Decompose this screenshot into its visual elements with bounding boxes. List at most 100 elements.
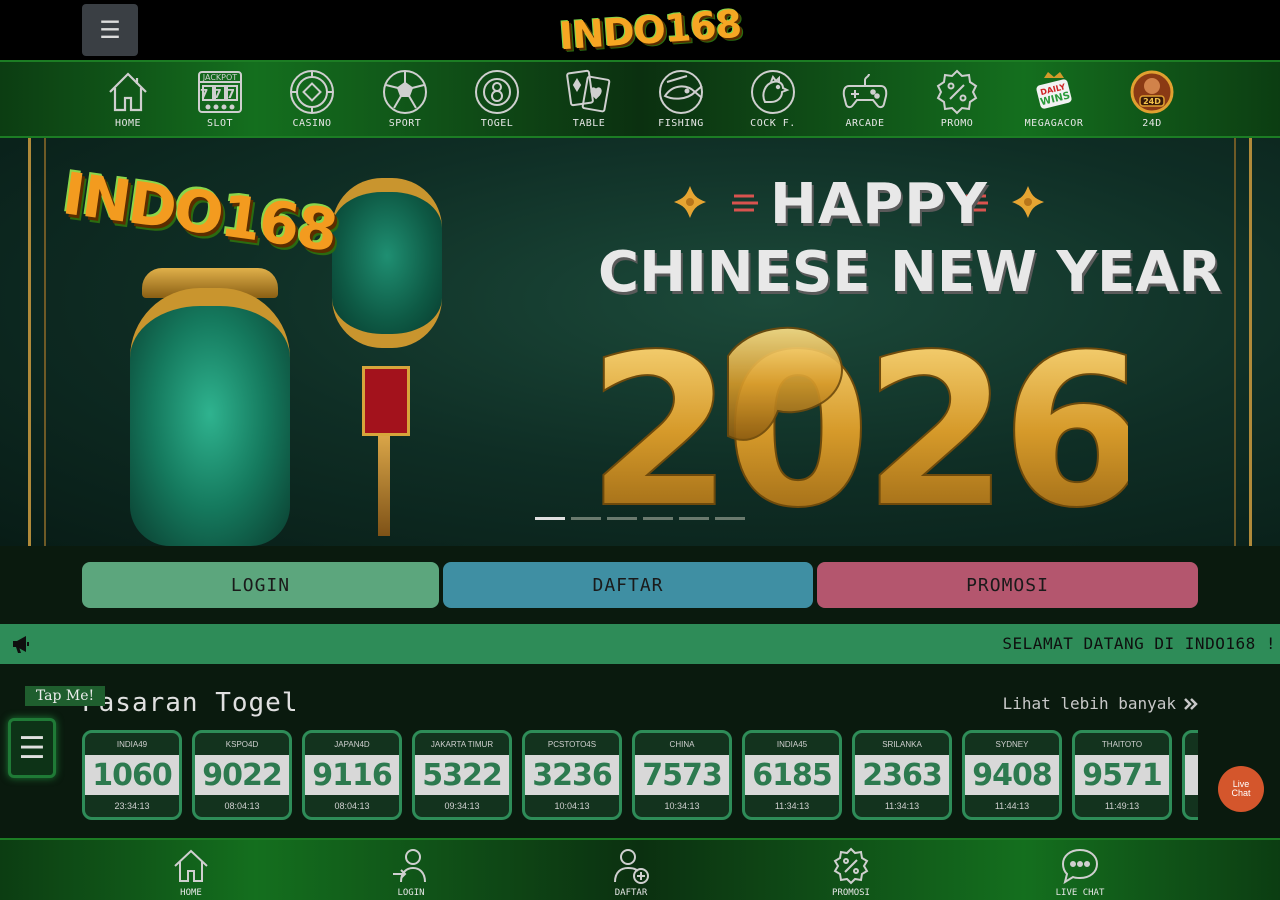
category-24d[interactable]: 24D 24D xyxy=(1117,68,1187,134)
banner-headline-cny: CHINESE NEW YEAR xyxy=(598,240,1222,305)
carousel-indicators xyxy=(535,517,745,520)
market-card[interactable] xyxy=(1182,730,1198,820)
promo-banner-carousel[interactable]: INDO168 HAPPY CHINESE NEW YEAR 2026 xyxy=(0,138,1280,546)
hamburger-menu-button[interactable]: ☰ xyxy=(82,4,138,56)
carousel-dot[interactable] xyxy=(643,517,673,520)
market-result: 2363 xyxy=(855,755,949,795)
svg-text:2026: 2026 xyxy=(598,316,1128,516)
logo-text: INDO168 xyxy=(557,1,743,59)
market-card[interactable]: JAKARTA TIMUR 5322 09:34:13 xyxy=(412,730,512,820)
banner-headline-happy: HAPPY xyxy=(770,172,988,237)
tap-me-label[interactable]: Tap Me! xyxy=(25,686,105,706)
market-card[interactable]: PCSTOTO4S 3236 10:04:13 xyxy=(522,730,622,820)
market-name xyxy=(1185,733,1198,755)
category-label: TABLE xyxy=(572,118,606,129)
playing-cards-icon xyxy=(566,69,611,113)
svg-text:JACKPOT: JACKPOT xyxy=(202,73,238,82)
home-icon xyxy=(174,849,208,882)
market-name: INDIA45 xyxy=(776,739,808,749)
category-label: ARCADE xyxy=(845,118,885,129)
category-togel[interactable]: TOGEL xyxy=(462,68,532,134)
market-card[interactable]: CHINA 7573 10:34:13 xyxy=(632,730,732,820)
live-chat-label: Chat xyxy=(1231,788,1251,798)
top-bar: ☰ INDO168 xyxy=(0,0,1280,60)
category-slot[interactable]: JACKPOT 777 SLOT xyxy=(185,68,255,134)
carousel-dot[interactable] xyxy=(607,517,637,520)
floating-live-chat-button[interactable]: Live Chat xyxy=(1218,766,1264,812)
market-result xyxy=(1185,755,1198,795)
market-card[interactable]: INDIA45 6185 11:34:13 xyxy=(742,730,842,820)
promotion-button[interactable]: PROMOSI xyxy=(817,562,1198,608)
swirl-ornament-icon xyxy=(732,194,758,212)
marquee-text: SELAMAT DATANG DI INDO168 ! xyxy=(1002,634,1276,653)
see-more-link[interactable]: Lihat lebih banyak xyxy=(1003,694,1198,713)
carousel-dot[interactable] xyxy=(535,517,565,520)
category-cockfight[interactable]: COCK F. xyxy=(738,68,808,134)
market-name: THAITOTO xyxy=(1101,739,1143,749)
gamepad-icon xyxy=(842,73,888,109)
24d-game-icon: 24D xyxy=(1130,70,1174,114)
category-label: HOME xyxy=(114,118,142,129)
banner-year: 2026 xyxy=(598,316,1128,516)
market-time: 08:04:13 xyxy=(334,801,370,811)
lantern-charm xyxy=(362,366,410,436)
market-card[interactable]: INDIA49 1060 23:34:13 xyxy=(82,730,182,820)
category-casino[interactable]: CASINO xyxy=(277,68,347,134)
category-arcade[interactable]: ARCADE xyxy=(830,68,900,134)
market-card[interactable]: SRILANKA 2363 11:34:13 xyxy=(852,730,952,820)
market-card[interactable]: KSPO4D 9022 08:04:13 xyxy=(192,730,292,820)
category-sport[interactable]: SPORT xyxy=(370,68,440,134)
auth-buttons-row: LOGIN DAFTAR PROMOSI xyxy=(0,546,1280,624)
category-label: TOGEL xyxy=(480,118,514,129)
market-name: SRILANKA xyxy=(882,739,922,749)
category-fishing[interactable]: FISHING xyxy=(646,68,716,134)
carousel-dot[interactable] xyxy=(715,517,745,520)
soccer-ball-icon xyxy=(383,70,427,114)
market-time: 23:34:13 xyxy=(114,801,150,811)
market-card[interactable]: SYDNEY 9408 11:44:13 xyxy=(962,730,1062,820)
market-time xyxy=(1185,795,1198,817)
login-button[interactable]: LOGIN xyxy=(82,562,439,608)
bottom-nav-login[interactable]: LOGIN xyxy=(366,846,456,898)
carousel-dot[interactable] xyxy=(679,517,709,520)
market-time: 11:44:13 xyxy=(994,801,1030,811)
discount-badge-icon xyxy=(833,847,869,885)
bottom-nav-home[interactable]: HOME xyxy=(146,846,236,898)
market-name: SYDNEY xyxy=(995,739,1029,749)
category-label: COCK F. xyxy=(750,118,796,129)
discount-badge-icon xyxy=(936,69,978,115)
category-table[interactable]: TABLE xyxy=(554,68,624,134)
hamburger-icon: ☰ xyxy=(99,16,121,44)
market-name: JAKARTA TIMUR xyxy=(430,739,494,749)
category-megagacor[interactable]: DAILY WINS MEGAGACOR xyxy=(1019,68,1089,134)
carousel-dot[interactable] xyxy=(571,517,601,520)
double-chevron-right-icon xyxy=(1184,697,1198,710)
market-card[interactable]: THAITOTO 9571 11:49:13 xyxy=(1072,730,1172,820)
bottom-nav-register[interactable]: DAFTAR xyxy=(586,846,676,898)
bottom-nav: HOME LOGIN DAFTAR PROMOSI LIVE CHAT xyxy=(0,838,1280,900)
category-label: 24D xyxy=(1142,118,1162,129)
market-cards[interactable]: INDIA49 1060 23:34:13 KSPO4D 9022 08:04:… xyxy=(82,730,1198,822)
flower-ornament-icon xyxy=(674,186,706,218)
market-card[interactable]: JAPAN4D 9116 08:04:13 xyxy=(302,730,402,820)
bottom-nav-live-chat[interactable]: LIVE CHAT xyxy=(1035,846,1125,898)
category-label: FISHING xyxy=(658,118,704,129)
market-name: JAPAN4D xyxy=(334,739,370,749)
register-button[interactable]: DAFTAR xyxy=(443,562,813,608)
floating-menu-button[interactable]: ☰ xyxy=(8,718,56,778)
market-time: 09:34:13 xyxy=(444,801,480,811)
lottery-ball-icon xyxy=(475,70,519,114)
category-promo[interactable]: PROMO xyxy=(922,68,992,134)
market-result: 9116 xyxy=(305,755,399,795)
roulette-icon xyxy=(290,70,334,114)
user-add-icon xyxy=(614,849,649,884)
market-time: 11:34:13 xyxy=(774,801,810,811)
site-logo[interactable]: INDO168 xyxy=(555,2,745,59)
chat-bubble-icon xyxy=(1061,848,1099,885)
market-name: CHINA xyxy=(669,739,695,749)
category-home[interactable]: HOME xyxy=(93,68,163,134)
market-time: 10:34:13 xyxy=(664,801,700,811)
daily-wins-icon: DAILYWINS xyxy=(1036,72,1072,109)
banner-frame-left xyxy=(28,138,46,546)
bottom-nav-promotion[interactable]: PROMOSI xyxy=(806,846,896,898)
